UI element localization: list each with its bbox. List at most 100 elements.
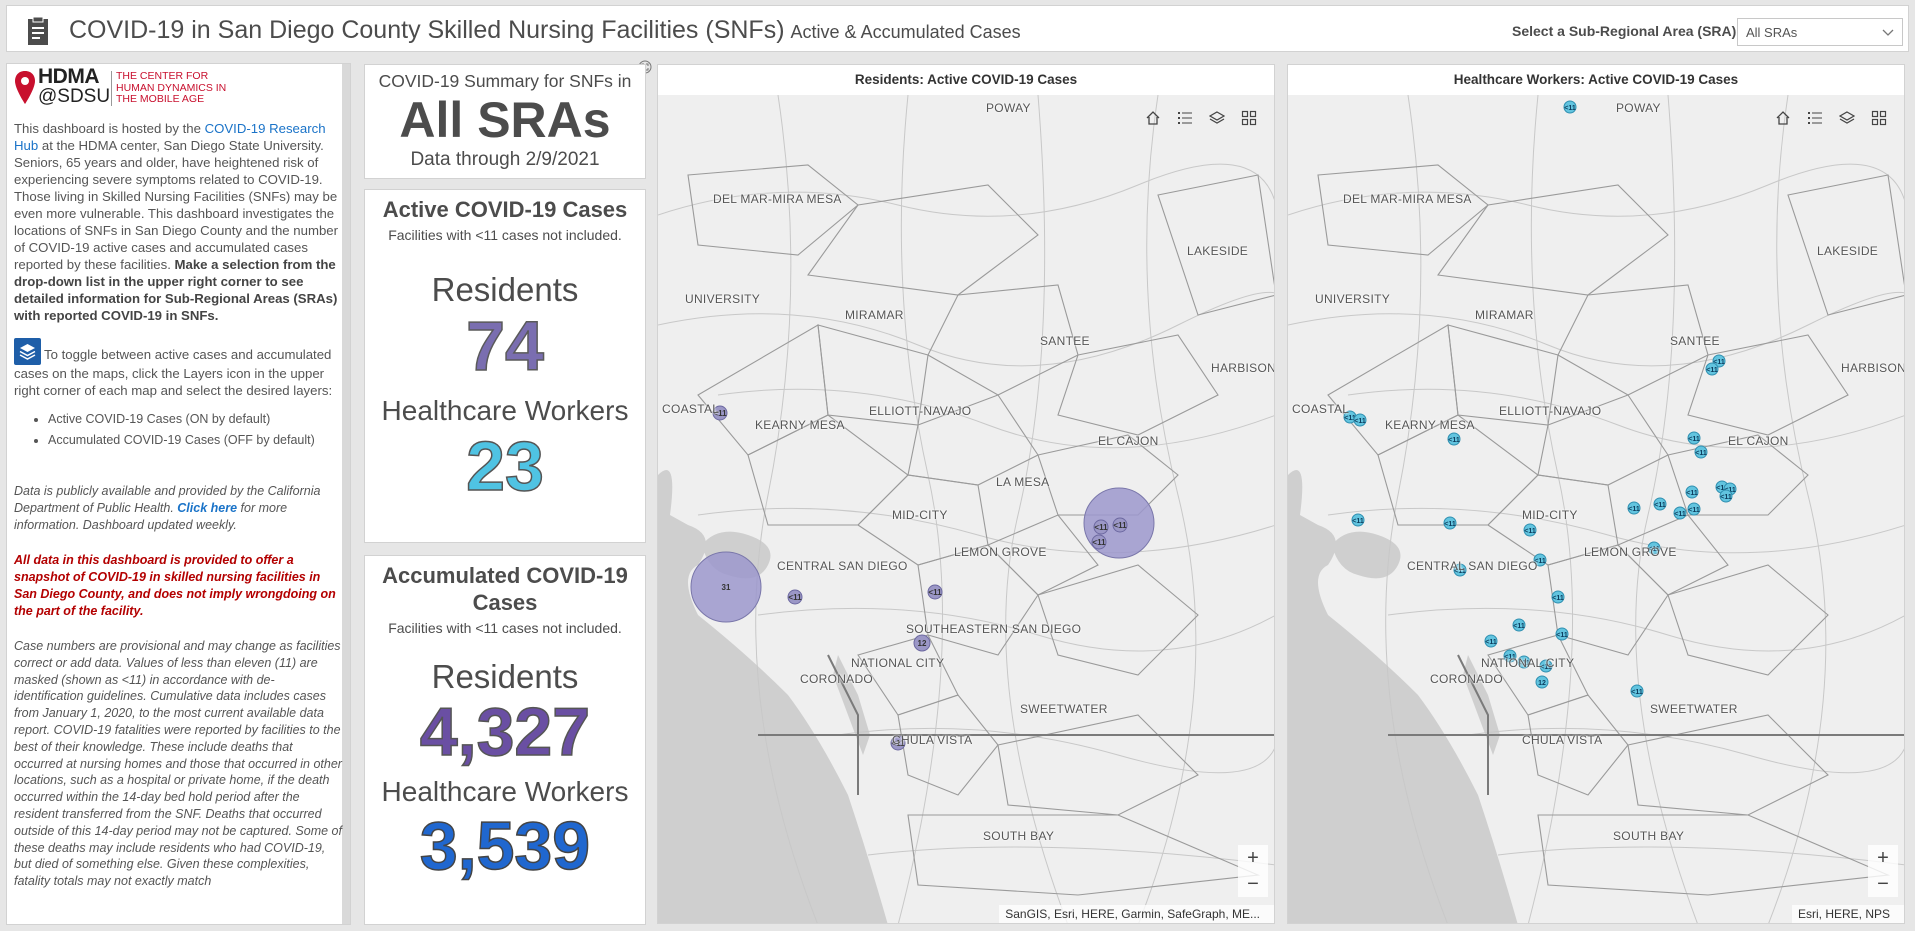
active-subtitle: Facilities with <11 cases not included. — [388, 227, 622, 243]
summary-area: All SRAs — [399, 92, 611, 148]
marker-label: <11 — [1094, 523, 1108, 532]
active-workers-label: Healthcare Workers — [381, 395, 629, 426]
marker-label: <11 — [1556, 632, 1568, 639]
active-cases-card: Active COVID-19 Cases Facilities with <1… — [364, 189, 646, 543]
place-label: LEMON GROVE — [954, 545, 1047, 559]
data-through-date: Data through 2/9/2021 — [410, 149, 600, 170]
place-label: NATIONAL CITY — [851, 656, 945, 670]
place-label: LEMON GROVE — [1584, 545, 1677, 559]
map-basemap[interactable]: <11<11<11<11<11<11<11<11<11<11<11<11<11<… — [1288, 95, 1905, 924]
marker-label: <11 — [1513, 623, 1525, 630]
marker-label: 31 — [722, 583, 731, 592]
info-sidebar: HDMA @SDSU THE CENTER FOR HUMAN DYNAMICS… — [6, 63, 351, 925]
accum-workers-value: 3,539 — [419, 808, 591, 884]
accum-title: Accumulated COVID-19 Cases — [382, 563, 628, 615]
place-label: EL CAJON — [1728, 434, 1789, 448]
place-label: MID-CITY — [892, 508, 948, 522]
marker-label: <11 — [1092, 538, 1106, 547]
zoom-in-button[interactable]: + — [1238, 845, 1268, 871]
place-label: LAKESIDE — [1187, 244, 1249, 258]
marker-label: 12 — [918, 639, 927, 648]
place-label: SWEETWATER — [1020, 702, 1108, 716]
marker-label: <11 — [788, 593, 802, 602]
toggle-text: To toggle between active cases and accum… — [14, 347, 333, 398]
map-title: Healthcare Workers: Active COVID-19 Case… — [1288, 65, 1904, 95]
sra-dropdown[interactable]: All SRAs — [1737, 18, 1903, 46]
place-label: CENTRAL SAN DIEGO — [1407, 559, 1538, 573]
map-basemap[interactable]: <11 31 <11 <11 12 <11 <11 <11 <11 — [658, 95, 1275, 924]
place-label: CORONADO — [800, 672, 874, 686]
map-toolbar — [1770, 105, 1892, 131]
zoom-control: + − — [1868, 845, 1898, 897]
place-label: HARBISON — [1841, 361, 1905, 375]
click-here-link[interactable]: Click here — [177, 501, 237, 515]
place-label: MID-CITY — [1522, 508, 1578, 522]
active-title: Active COVID-19 Cases — [382, 197, 628, 222]
place-label: LA MESA — [996, 475, 1050, 489]
place-label: POWAY — [986, 101, 1031, 115]
marker-label: <11 — [1354, 418, 1366, 425]
home-icon[interactable] — [1140, 105, 1166, 131]
marker-label: <11 — [1688, 436, 1700, 443]
intro-paragraph: This dashboard is hosted by the COVID-19… — [14, 120, 342, 324]
accum-residents-label: Residents — [431, 658, 579, 695]
place-label: CHULA VISTA — [1522, 733, 1603, 747]
active-workers-value: 23 — [465, 427, 544, 505]
logo-hdma-text: HDMA — [38, 65, 100, 88]
place-label: ELLIOTT-NAVAJO — [1499, 404, 1602, 418]
marker-label: <11 — [1628, 506, 1640, 513]
title-text: COVID-19 in San Diego County Skilled Nur… — [69, 16, 785, 44]
accum-residents-value: 4,327 — [419, 694, 591, 770]
marker-label: <11 — [1564, 105, 1576, 112]
place-label: CENTRAL SAN DIEGO — [777, 559, 908, 573]
marker-label: 12 — [1538, 680, 1546, 687]
layers-icon[interactable] — [1204, 105, 1230, 131]
zoom-out-button[interactable]: − — [1868, 871, 1898, 897]
zoom-in-button[interactable]: + — [1868, 845, 1898, 871]
marker-label: <11 — [1448, 437, 1460, 444]
home-icon[interactable] — [1770, 105, 1796, 131]
place-label: ELLIOTT-NAVAJO — [869, 404, 972, 418]
legend-icon[interactable] — [1172, 105, 1198, 131]
place-label: HARBISON — [1211, 361, 1275, 375]
sra-select-label: Select a Sub-Regional Area (SRA): — [1512, 23, 1741, 39]
place-label: MIRAMAR — [845, 308, 904, 322]
zoom-control: + − — [1238, 845, 1268, 897]
place-label: UNIVERSITY — [685, 292, 761, 306]
map-toolbar — [1140, 105, 1262, 131]
sidebar-scrollbar[interactable] — [342, 64, 350, 924]
residents-map[interactable]: Residents: Active COVID-19 Cases <11 31 … — [657, 64, 1275, 924]
marker-label: <11 — [1552, 595, 1564, 602]
marker-label: <11 — [1720, 494, 1732, 501]
marker-label: <11 — [1113, 521, 1127, 530]
marker-label: <11 — [1444, 521, 1456, 528]
clipboard-icon — [28, 16, 48, 45]
basemap-gallery-icon[interactable] — [1866, 105, 1892, 131]
disclaimer-warning: All data in this dashboard is provided t… — [14, 553, 336, 618]
workers-map[interactable]: Healthcare Workers: Active COVID-19 Case… — [1287, 64, 1905, 924]
place-label: SOUTH BAY — [1613, 829, 1685, 843]
legend-icon[interactable] — [1802, 105, 1828, 131]
accumulated-cases-card: Accumulated COVID-19 Cases Facilities wi… — [364, 555, 646, 925]
place-label: DEL MAR-MIRA MESA — [713, 192, 842, 206]
place-label: COASTAL — [662, 402, 720, 416]
hdma-logo: HDMA @SDSU THE CENTER FOR HUMAN DYNAMICS… — [14, 65, 342, 112]
dashboard-header: COVID-19 in San Diego County Skilled Nur… — [6, 5, 1909, 52]
map-attribution: SanGIS, Esri, HERE, Garmin, SafeGraph, M… — [999, 905, 1274, 923]
toggle-instructions: To toggle between active cases and accum… — [14, 338, 342, 399]
place-label: NATIONAL CITY — [1481, 656, 1575, 670]
accum-workers-label: Healthcare Workers — [381, 776, 629, 807]
map-title: Residents: Active COVID-19 Cases — [658, 65, 1274, 95]
place-label: EL CAJON — [1098, 434, 1159, 448]
layer-list: Active COVID-19 Cases (ON by default) Ac… — [48, 411, 342, 449]
zoom-out-button[interactable]: − — [1238, 871, 1268, 897]
marker-label: <11 — [1524, 528, 1536, 535]
layers-icon[interactable] — [1834, 105, 1860, 131]
basemap-gallery-icon[interactable] — [1236, 105, 1262, 131]
provisional-note: Case numbers are provisional and may cha… — [14, 639, 342, 889]
marker-label: <11 — [1695, 450, 1707, 457]
active-residents-value: 74 — [465, 307, 544, 385]
place-label: SWEETWATER — [1650, 702, 1738, 716]
place-label: SANTEE — [1670, 334, 1720, 348]
place-label: POWAY — [1616, 101, 1661, 115]
